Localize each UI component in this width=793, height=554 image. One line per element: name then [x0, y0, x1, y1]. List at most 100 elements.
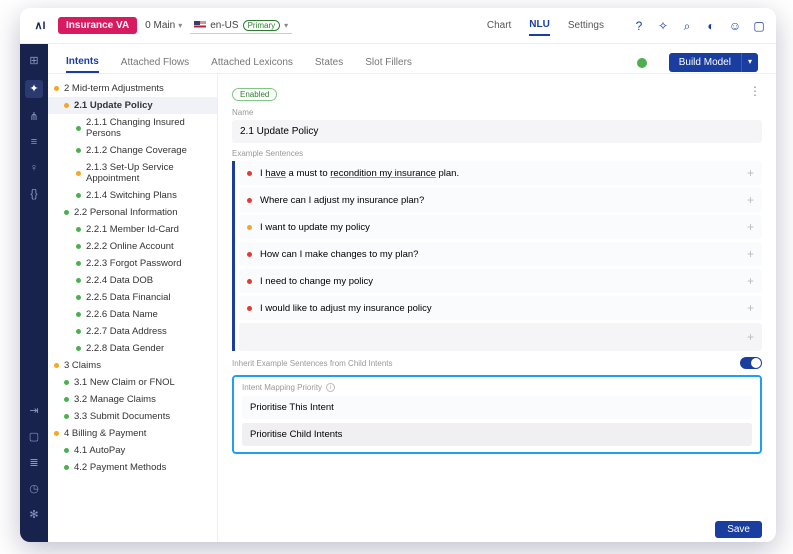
tree-item[interactable]: 2.2.7 Data Address [48, 323, 217, 340]
tree-item[interactable]: 2.2.6 Data Name [48, 306, 217, 323]
tree-item[interactable]: 2.1.4 Switching Plans [48, 187, 217, 204]
intent-mapping-priority-box: Intent Mapping Priority i Prioritise Thi… [232, 375, 762, 454]
build-model-dropdown[interactable]: ▾ [741, 53, 758, 72]
add-sentence-row[interactable]: + [239, 323, 762, 351]
save-button[interactable]: Save [715, 521, 762, 538]
status-dot-icon [64, 414, 69, 419]
tab-nlu[interactable]: NLU [529, 15, 550, 36]
example-sentence-row[interactable]: I would like to adjust my insurance poli… [239, 296, 762, 320]
sentence-text: I need to change my policy [260, 276, 373, 287]
tree-item[interactable]: 2.2.2 Online Account [48, 238, 217, 255]
user-icon[interactable]: ☺ [728, 19, 742, 33]
rail-wand-icon[interactable]: ✦ [25, 80, 43, 98]
status-dot-icon [76, 148, 81, 153]
search-icon[interactable]: ⌕ [680, 19, 694, 33]
subtab-attached-lexicons[interactable]: Attached Lexicons [211, 53, 293, 72]
priority-option-child[interactable]: Prioritise Child Intents [242, 423, 752, 446]
status-dot-icon [64, 465, 69, 470]
subtab-attached-flows[interactable]: Attached Flows [121, 53, 189, 72]
tree-item[interactable]: 2.2.1 Member Id-Card [48, 221, 217, 238]
status-dot-icon [64, 397, 69, 402]
status-dot-icon [64, 448, 69, 453]
sentence-text: I want to update my policy [260, 222, 370, 233]
branch-selector[interactable]: 0 Main ▾ [145, 20, 182, 31]
tree-item[interactable]: 4.1 AutoPay [48, 442, 217, 459]
example-sentence-row[interactable]: I want to update my policy + [239, 215, 762, 239]
us-flag-icon [194, 21, 206, 29]
add-icon[interactable]: + [747, 247, 754, 261]
kebab-icon[interactable]: ⋮ [749, 84, 762, 98]
tree-item-label: 2.2.3 Forgot Password [86, 258, 182, 269]
rail-code-icon[interactable]: {} [27, 188, 41, 202]
info-icon[interactable]: i [326, 383, 335, 392]
example-sentence-row[interactable]: How can I make changes to my plan?+ [239, 242, 762, 266]
tab-settings[interactable]: Settings [568, 16, 604, 35]
tree-item[interactable]: 2 Mid-term Adjustments [48, 80, 217, 97]
rail-db-icon[interactable]: ≣ [27, 456, 41, 470]
tree-item[interactable]: 2.1.1 Changing Insured Persons [48, 114, 217, 142]
add-icon[interactable]: + [747, 330, 754, 344]
tree-item[interactable]: 4 Billing & Payment [48, 425, 217, 442]
tree-item-label: 4.2 Payment Methods [74, 462, 166, 473]
tree-item-label: 2.2.2 Online Account [86, 241, 174, 252]
tree-item[interactable]: 3.3 Submit Documents [48, 408, 217, 425]
add-icon[interactable]: + [747, 301, 754, 315]
status-dot-icon [54, 431, 59, 436]
tree-item[interactable]: 3.1 New Claim or FNOL [48, 374, 217, 391]
inherit-toggle[interactable] [740, 357, 762, 369]
example-sentence-row[interactable]: Where can I adjust my insurance plan? + [239, 188, 762, 212]
rail-message-icon[interactable]: ▢ [27, 430, 41, 444]
rail-list-icon[interactable]: ≡ [27, 136, 41, 150]
status-dot-icon [76, 193, 81, 198]
tree-item[interactable]: 2.2.4 Data DOB [48, 272, 217, 289]
tree-item[interactable]: 2.2.8 Data Gender [48, 340, 217, 357]
tree-item[interactable]: 2.2.3 Forgot Password [48, 255, 217, 272]
tree-item[interactable]: 2.1.2 Change Coverage [48, 142, 217, 159]
chevron-down-icon: ▾ [178, 21, 182, 30]
status-dot-icon [247, 279, 252, 284]
tree-item[interactable]: 2.1.3 Set-Up Service Appointment [48, 159, 217, 187]
example-sentence-row[interactable]: I have a must to recondition my insuranc… [239, 161, 762, 185]
rail-gear-icon[interactable]: ✻ [27, 508, 41, 522]
tree-item[interactable]: 2.2.5 Data Financial [48, 289, 217, 306]
rail-export-icon[interactable]: ⇥ [27, 404, 41, 418]
add-icon[interactable]: + [747, 220, 754, 234]
enabled-chip[interactable]: Enabled [232, 88, 277, 101]
rail-grid-icon[interactable]: ⊞ [27, 54, 41, 68]
add-icon[interactable]: + [747, 193, 754, 207]
build-model-button[interactable]: Build Model [669, 53, 741, 72]
rail-graph-icon[interactable]: ⋔ [27, 110, 41, 124]
intent-name-field[interactable]: 2.1 Update Policy [232, 120, 762, 143]
subtab-states[interactable]: States [315, 53, 343, 72]
toggle-icon[interactable]: ◐ [704, 19, 718, 33]
tree-item-label: 2.1.2 Change Coverage [86, 145, 187, 156]
tree-item[interactable]: 2.2 Personal Information [48, 204, 217, 221]
status-dot-icon [64, 103, 69, 108]
status-dot-icon [76, 126, 81, 131]
tree-item[interactable]: 3.2 Manage Claims [48, 391, 217, 408]
chat-icon[interactable]: ▢ [752, 19, 766, 33]
status-dot-icon [76, 227, 81, 232]
tab-chart[interactable]: Chart [487, 16, 511, 35]
subtab-slot-fillers[interactable]: Slot Fillers [365, 53, 412, 72]
tree-item[interactable]: 2.1 Update Policy [48, 97, 217, 114]
priority-option-this[interactable]: Prioritise This Intent [242, 396, 752, 419]
rail-clock-icon[interactable]: ◷ [27, 482, 41, 496]
help-icon[interactable]: ? [632, 19, 646, 33]
project-pill[interactable]: Insurance VA [58, 17, 137, 34]
tree-item-label: 2.1.3 Set-Up Service Appointment [86, 162, 211, 184]
example-sentence-row[interactable]: I need to change my policy + [239, 269, 762, 293]
add-icon[interactable]: + [747, 166, 754, 180]
subtab-intents[interactable]: Intents [66, 52, 99, 73]
add-icon[interactable]: + [747, 274, 754, 288]
sentence-text: Where can I adjust my insurance plan? [260, 195, 424, 206]
tree-item-label: 2.1.1 Changing Insured Persons [86, 117, 211, 139]
tree-item-label: 2.1 Update Policy [74, 100, 153, 111]
locale-selector[interactable]: en-US Primary ▾ [190, 18, 292, 34]
rail-idea-icon[interactable]: ♀ [27, 162, 41, 176]
tree-item[interactable]: 3 Claims [48, 357, 217, 374]
tree-item[interactable]: 4.2 Payment Methods [48, 459, 217, 476]
compass-icon[interactable]: ✧ [656, 19, 670, 33]
tree-item-label: 2.2.7 Data Address [86, 326, 167, 337]
tree-item-label: 2.2.6 Data Name [86, 309, 158, 320]
